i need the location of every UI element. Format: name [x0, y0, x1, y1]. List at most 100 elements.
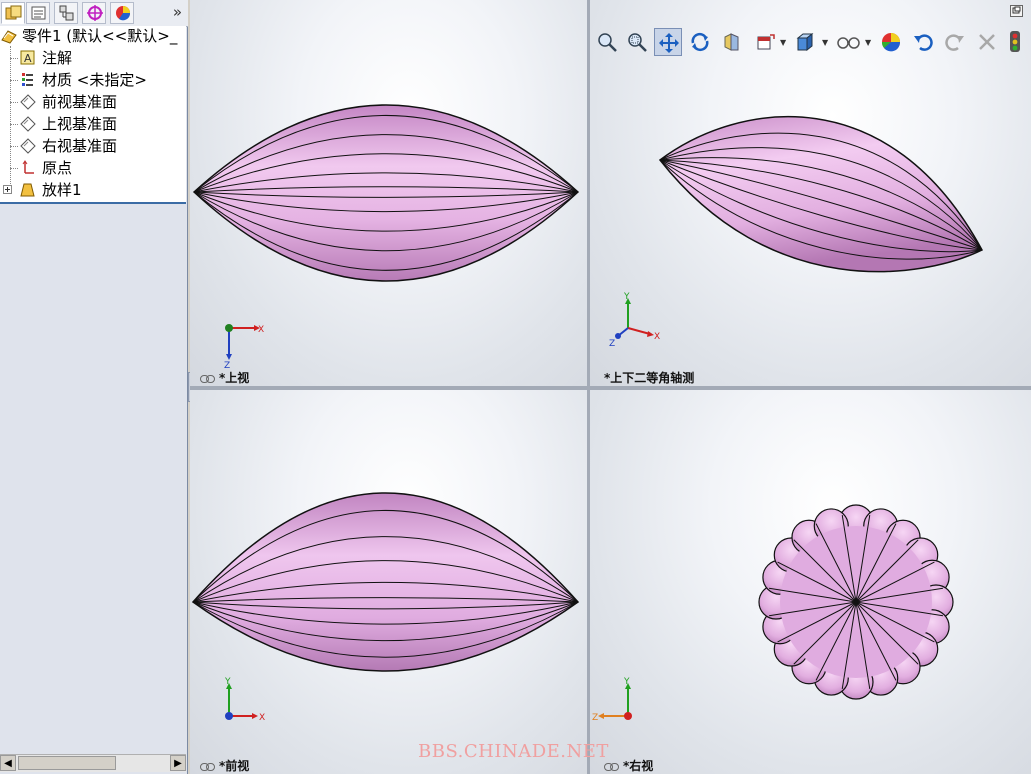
link-icon: [604, 762, 619, 771]
display-manager-icon: [116, 6, 131, 21]
rotate-icon: [691, 32, 709, 52]
section-view-button[interactable]: [718, 28, 746, 56]
dimxpert-icon: [87, 5, 103, 21]
axis-label-x: X: [654, 332, 660, 342]
part-icon: [1, 30, 17, 44]
tree-root-part[interactable]: 零件1 (默认<<默认>_: [0, 25, 186, 47]
tab-property-manager[interactable]: [26, 2, 50, 24]
viewport-top[interactable]: X Z *上视: [190, 0, 587, 386]
display-style-button[interactable]: [791, 28, 819, 56]
loft-outline: [658, 115, 984, 273]
plane-icon: [20, 94, 36, 110]
view-label-top: *上视: [200, 369, 249, 386]
axis-label-x: X: [258, 325, 264, 335]
zoom-to-area-button[interactable]: [623, 28, 651, 56]
horizontal-scrollbar[interactable]: ◀ ▶: [0, 754, 186, 772]
scroll-left-arrow-icon[interactable]: ◀: [0, 755, 16, 771]
axis-label-x: X: [259, 713, 265, 723]
tree-item-label: 前视基准面: [42, 93, 118, 111]
hide-show-dropdown-icon[interactable]: ▼: [865, 38, 871, 47]
traffic-light-icon: [1010, 31, 1020, 52]
close-x-icon: [979, 34, 995, 50]
watermark-text: BBS.CHINADE.NET: [418, 741, 609, 762]
tab-display-manager[interactable]: [110, 2, 134, 24]
axis-label-y: Y: [623, 677, 630, 687]
axis-triad: X Z: [224, 324, 264, 370]
expand-plus-icon[interactable]: [3, 185, 12, 194]
next-view-button[interactable]: [941, 28, 969, 56]
plane-icon: [20, 138, 36, 154]
undo-view-icon: [914, 34, 933, 51]
loft-outline: [192, 104, 580, 282]
tab-configuration-manager[interactable]: [54, 2, 78, 24]
tree-item-label: 注解: [42, 49, 73, 67]
feature-tree-icon: [5, 5, 22, 20]
tree-item-label: 上视基准面: [42, 115, 118, 133]
tree-item-label: 右视基准面: [42, 137, 118, 155]
tab-feature-manager[interactable]: [1, 2, 25, 24]
edit-appearance-button[interactable]: [877, 28, 905, 56]
manager-tabs: »: [0, 0, 188, 27]
rotate-button[interactable]: [686, 28, 714, 56]
material-icon: [22, 73, 33, 86]
annotations-icon: A: [20, 50, 35, 65]
origin-icon: [22, 160, 34, 174]
view-label-front: *前视: [200, 757, 249, 774]
scroll-right-arrow-icon[interactable]: ▶: [170, 755, 186, 771]
view-label-right: *右视: [604, 757, 653, 774]
loft-body-top-view: [192, 104, 580, 282]
scroll-thumb[interactable]: [18, 756, 116, 770]
axis-label-z: Z: [592, 713, 598, 723]
link-icon: [200, 762, 215, 771]
viewport-divider-horizontal[interactable]: [190, 386, 1031, 390]
zoom-to-fit-icon: [598, 33, 617, 52]
expand-chevron-icon[interactable]: »: [173, 3, 182, 21]
plane-icon: [20, 116, 36, 132]
axis-triad: Y Z: [592, 677, 632, 723]
redo-view-icon: [945, 34, 964, 51]
previous-view-button[interactable]: [909, 28, 937, 56]
section-view-icon: [724, 33, 739, 51]
zoom-to-fit-button[interactable]: [593, 28, 621, 56]
display-style-dropdown-icon[interactable]: ▼: [822, 38, 828, 47]
tree-item-label: 放样1: [42, 181, 82, 199]
loft-body-right-view: [758, 504, 954, 700]
axis-label-y: Y: [623, 292, 630, 302]
axis-triad: Y X: [224, 677, 265, 723]
svg-text:A: A: [24, 52, 32, 65]
viewport-front[interactable]: Y X *前视: [190, 390, 587, 774]
viewport-maximize-button[interactable]: [1010, 5, 1023, 17]
feature-tree: 零件1 (默认<<默认>_ A 注解 材质 <未指定> 前视基准面 上视基准面 …: [0, 26, 186, 204]
configuration-icon: [59, 5, 74, 21]
view-label-isometric: *上下二等角轴测: [604, 371, 695, 385]
feature-manager-panel: » 零件1 (默认<<默认>_ A 注解 材质 <未指定> 前视基准面 上视基准…: [0, 0, 188, 774]
axis-label-y: Y: [224, 677, 231, 687]
maximize-icon: [1012, 6, 1021, 14]
view-orientation-dropdown-icon[interactable]: ▼: [780, 38, 786, 47]
pan-button[interactable]: [654, 28, 682, 56]
view-orientation-icon: [757, 34, 775, 50]
tab-dimxpert-manager[interactable]: [82, 2, 106, 24]
flower-center-point: [853, 599, 859, 605]
axis-triad: Y X Z: [609, 292, 660, 349]
viewport-right[interactable]: Y Z *右视: [590, 390, 1031, 774]
loft-body-front-view: [191, 492, 580, 672]
axis-label-z: Z: [609, 339, 615, 349]
loft-icon: [20, 183, 35, 197]
heads-up-view-toolbar: ▼ ▼ ▼: [593, 28, 1031, 58]
tree-item-label: 原点: [42, 159, 73, 177]
pan-arrows-icon: [659, 33, 679, 53]
tree-item-label: 材质 <未指定>: [42, 71, 147, 89]
appearance-ball-icon: [881, 33, 901, 52]
loft-body-isometric-view: [658, 115, 984, 273]
view-orientation-button[interactable]: [751, 28, 779, 56]
link-icon: [200, 374, 215, 383]
zoom-to-area-icon: [628, 33, 647, 52]
close-button[interactable]: [973, 28, 1001, 56]
hide-show-items-button[interactable]: [833, 28, 861, 56]
display-style-cube-icon: [796, 32, 814, 52]
hide-show-glasses-icon: [837, 37, 860, 49]
property-icon: [31, 6, 46, 20]
tree-root-label: 零件1 (默认<<默认>_: [22, 27, 178, 45]
render-tools-button[interactable]: [1005, 28, 1027, 56]
